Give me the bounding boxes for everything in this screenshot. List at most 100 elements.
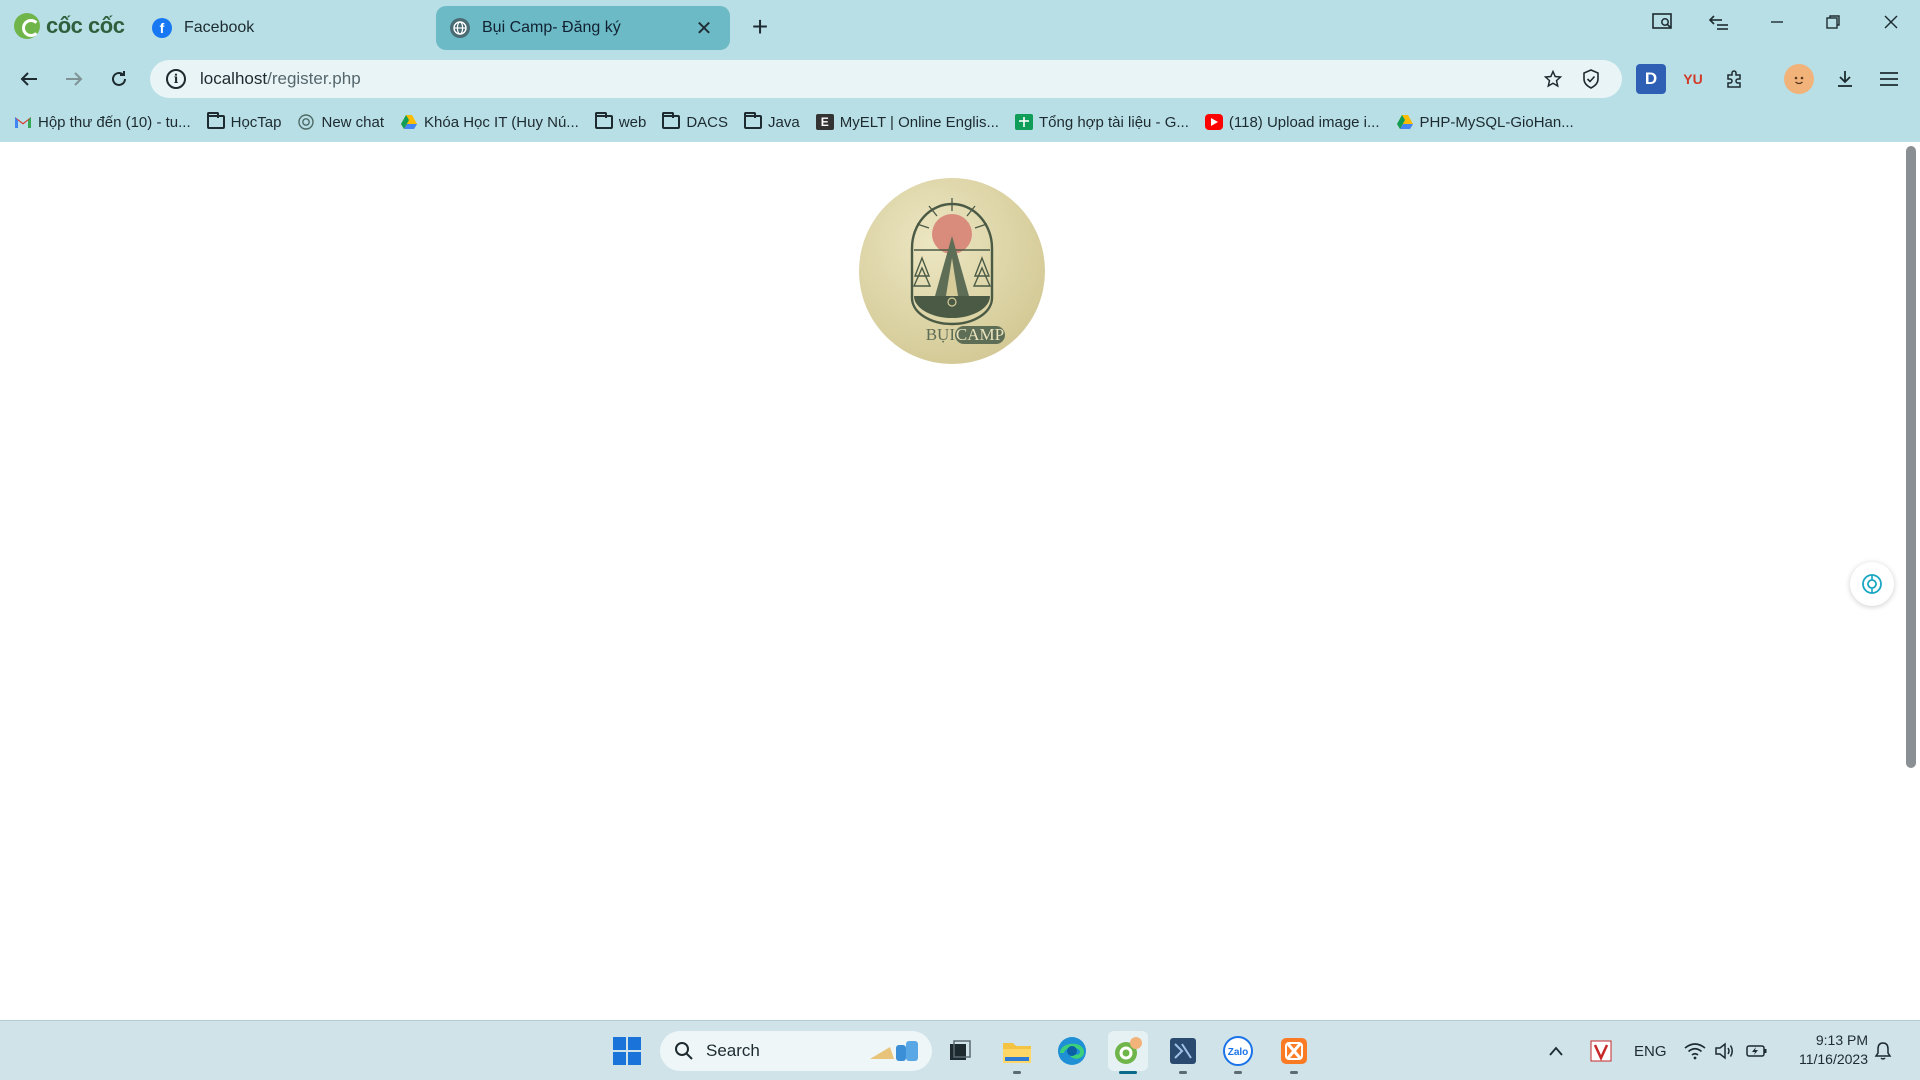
running-indicator <box>1179 1071 1187 1074</box>
running-indicator <box>1013 1071 1021 1074</box>
shield-icon[interactable] <box>1576 64 1606 94</box>
bookmark-label: MyELT | Online Englis... <box>839 113 999 131</box>
system-clock[interactable]: 9:13 PM 11/16/2023 <box>1799 1031 1868 1069</box>
coccoc-browser-taskbar-icon[interactable] <box>1108 1031 1148 1074</box>
ai-assistant-icon[interactable] <box>1850 562 1894 606</box>
show-hidden-icons-chevron-icon[interactable] <box>1548 1021 1564 1080</box>
bookmark-khoa-hoc-it[interactable]: Khóa Học IT (Huy Nú... <box>400 114 579 131</box>
bookmark-label: PHP-MySQL-GioHan... <box>1419 113 1574 131</box>
bookmark-label: DACS <box>686 113 729 131</box>
bookmark-label: web <box>618 113 647 131</box>
bookmark-new-chat[interactable]: New chat <box>297 114 384 131</box>
bookmark-star-icon[interactable] <box>1538 64 1568 94</box>
folder-icon <box>206 112 225 130</box>
running-indicator <box>1234 1071 1242 1074</box>
restore-icon[interactable] <box>1806 4 1860 40</box>
bookmark-php-mysql[interactable]: PHP-MySQL-GioHan... <box>1396 114 1574 131</box>
myelt-icon: E <box>815 114 834 130</box>
bookmark-folder-web[interactable]: web <box>594 112 647 131</box>
youtube-icon <box>1204 114 1223 130</box>
globe-icon <box>450 18 470 38</box>
search-icon <box>674 1041 694 1061</box>
facebook-icon: f <box>152 18 172 38</box>
bui-camp-logo: BỤI CAMP <box>859 178 1045 364</box>
clock-date: 11/16/2023 <box>1798 1051 1868 1067</box>
chatgpt-icon <box>297 114 315 130</box>
zalo-icon[interactable]: Zalo <box>1218 1031 1258 1074</box>
clock-time: 9:13 PM <box>1815 1032 1868 1048</box>
visual-studio-code-icon[interactable] <box>1163 1031 1203 1074</box>
bookmark-folder-hoctap[interactable]: HọcTap <box>206 112 281 131</box>
tab-history-icon[interactable] <box>1692 4 1746 40</box>
unikey-v-icon[interactable] <box>1590 1021 1612 1080</box>
battery-charging-icon[interactable] <box>1746 1021 1768 1080</box>
minimize-icon[interactable] <box>1750 4 1804 40</box>
page-scrollbar[interactable] <box>1906 146 1916 768</box>
file-explorer-icon[interactable] <box>997 1031 1037 1074</box>
taskbar-search-box[interactable]: Search <box>660 1031 932 1071</box>
folder-icon <box>594 112 613 130</box>
bookmark-gmail[interactable]: Hộp thư đến (10) - tu... <box>14 114 191 131</box>
svg-text:Zalo: Zalo <box>1228 1047 1249 1058</box>
browser-toolbar: i localhost/register.php D YU <box>0 56 1920 102</box>
tab-title: Facebook <box>184 19 255 36</box>
tab-strip: cốc cốc f Facebook Bụi Camp- Đăng ký ✕ + <box>0 0 1920 52</box>
page-viewport: BỤI CAMP <box>0 142 1920 1020</box>
tab-title: Bụi Camp- Đăng ký <box>482 19 621 36</box>
bookmark-tong-hop-tai-lieu[interactable]: Tổng hợp tài liệu - G... <box>1014 113 1189 131</box>
new-tab-button[interactable]: + <box>742 10 778 46</box>
tab-facebook[interactable]: f Facebook <box>138 6 428 50</box>
windows-start-icon[interactable] <box>607 1031 647 1071</box>
url-path: /register.php <box>267 69 361 88</box>
bookmark-label: Hộp thư đến (10) - tu... <box>38 113 191 131</box>
bookmark-label: Java <box>768 113 800 131</box>
google-sheets-icon <box>1014 114 1033 130</box>
windows-taskbar: Search Zalo ENG 9:13 PM 11/16/2023 <box>0 1020 1920 1080</box>
reload-icon[interactable] <box>102 62 136 96</box>
d-extension-icon[interactable]: D <box>1636 64 1666 94</box>
download-icon[interactable] <box>1830 64 1860 94</box>
google-drive-icon <box>1396 114 1414 130</box>
xampp-icon[interactable] <box>1274 1031 1314 1074</box>
running-indicator <box>1119 1071 1137 1074</box>
forward-icon[interactable] <box>57 62 91 96</box>
google-drive-icon <box>400 114 418 130</box>
task-view-icon[interactable] <box>940 1031 980 1071</box>
bookmark-folder-dacs[interactable]: DACS <box>662 112 729 131</box>
running-indicator <box>1290 1071 1298 1074</box>
url-text[interactable]: localhost/register.php <box>200 69 1530 89</box>
close-window-icon[interactable] <box>1864 4 1918 40</box>
extensions-puzzle-icon[interactable] <box>1720 64 1750 94</box>
search-highlight-icon <box>866 1037 922 1070</box>
bookmark-label: Tổng hợp tài liệu - G... <box>1038 113 1189 131</box>
close-tab-icon[interactable]: ✕ <box>692 16 716 41</box>
wifi-icon[interactable] <box>1684 1021 1706 1080</box>
logo-text-bui: BỤI <box>926 325 956 344</box>
yu-extension-icon[interactable]: YU <box>1678 64 1708 94</box>
address-bar[interactable]: i localhost/register.php <box>150 60 1622 98</box>
edge-browser-icon[interactable] <box>1052 1031 1092 1071</box>
bookmark-label: New chat <box>321 113 385 131</box>
bookmarks-bar: Hộp thư đến (10) - tu... HọcTap New chat… <box>0 106 1920 138</box>
browser-brand-logo[interactable]: cốc cốc <box>14 12 125 40</box>
bookmark-label: (118) Upload image i... <box>1228 113 1380 131</box>
coccoc-logo-icon <box>14 13 40 39</box>
back-icon[interactable] <box>12 62 46 96</box>
gmail-icon <box>14 114 32 130</box>
folder-icon <box>662 112 681 130</box>
search-tabs-icon[interactable] <box>1636 4 1690 40</box>
tab-bui-camp-register[interactable]: Bụi Camp- Đăng ký ✕ <box>436 6 730 50</box>
volume-icon[interactable] <box>1714 1021 1736 1080</box>
bookmark-folder-java[interactable]: Java <box>744 112 800 131</box>
bookmark-youtube-upload[interactable]: (118) Upload image i... <box>1204 113 1380 131</box>
bookmark-myelt[interactable]: E MyELT | Online Englis... <box>815 113 999 131</box>
notification-bell-icon[interactable] <box>1874 1021 1892 1080</box>
site-info-icon[interactable]: i <box>166 69 186 89</box>
menu-icon[interactable] <box>1874 64 1904 94</box>
bookmark-label: Khóa Học IT (Huy Nú... <box>424 113 579 131</box>
logo-text-camp: CAMP <box>956 325 1004 344</box>
folder-icon <box>744 112 763 130</box>
profile-avatar-icon[interactable] <box>1784 64 1814 94</box>
language-indicator[interactable]: ENG <box>1634 1021 1667 1080</box>
search-placeholder: Search <box>706 1041 760 1060</box>
